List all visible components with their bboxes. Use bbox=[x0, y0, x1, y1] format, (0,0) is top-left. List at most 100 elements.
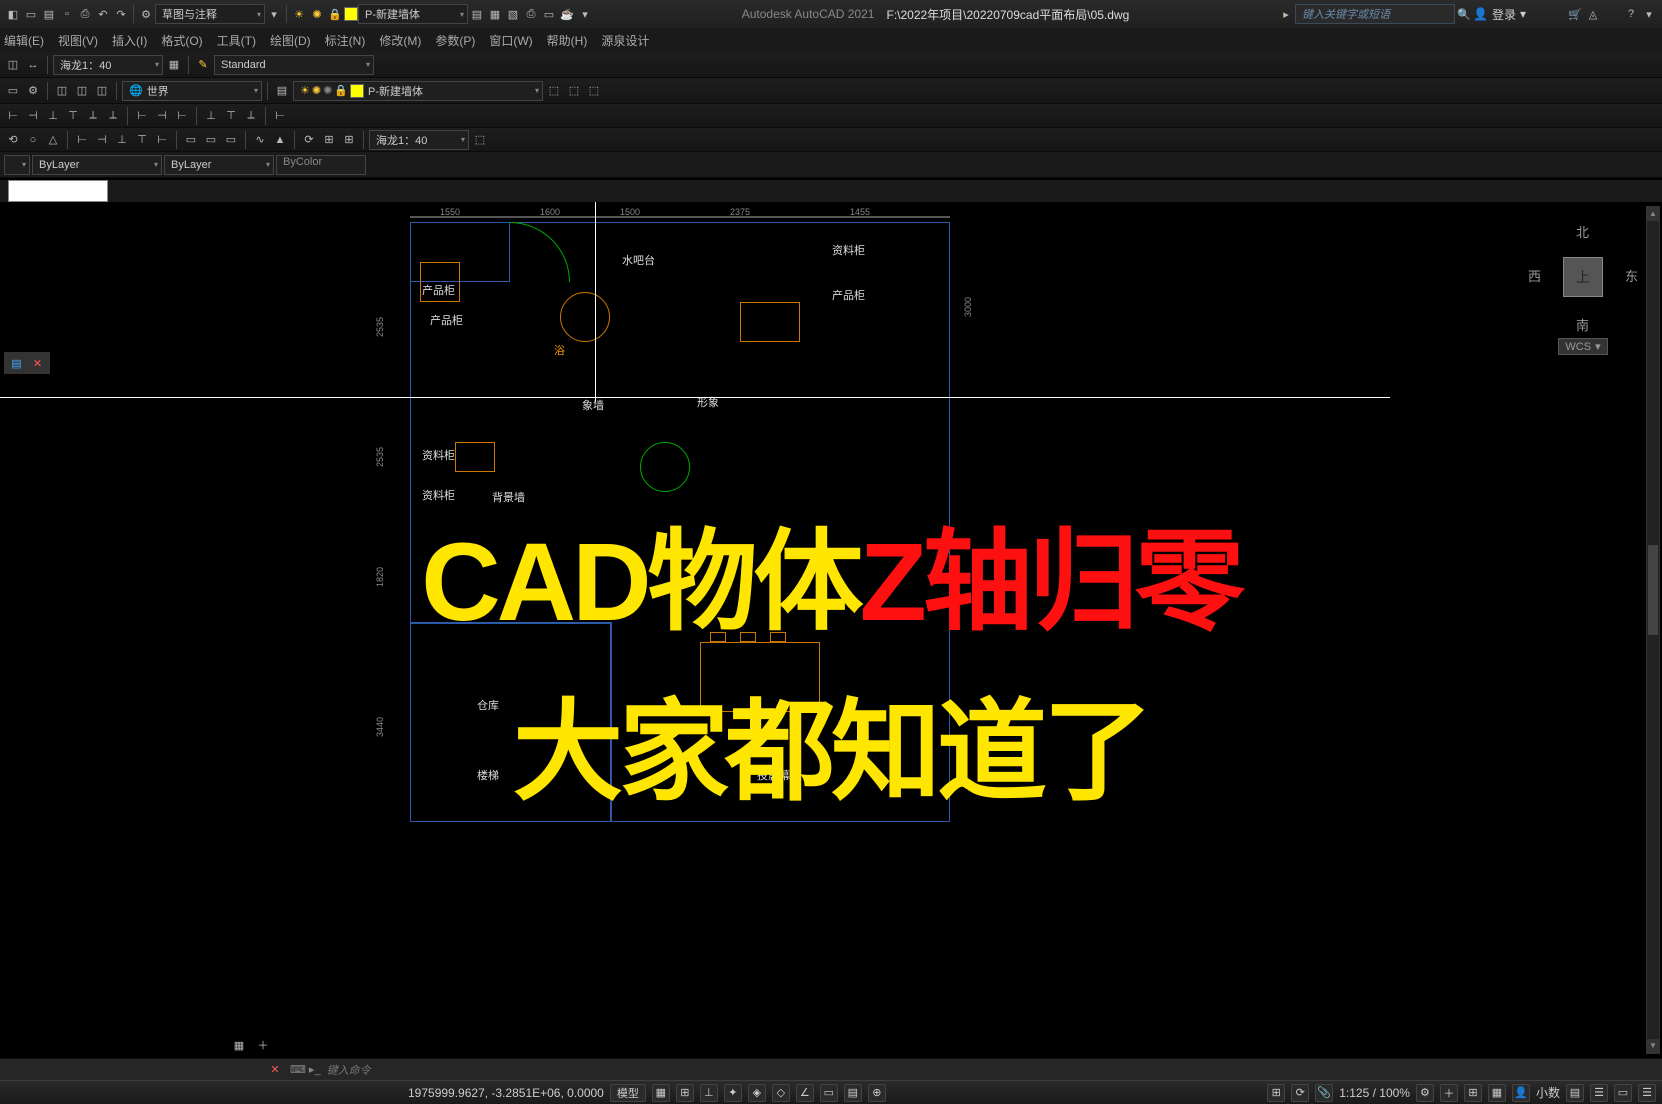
dim-9-icon[interactable]: ⊢ bbox=[173, 107, 191, 125]
login-button[interactable]: 👤 登录 ▾ bbox=[1473, 6, 1526, 23]
tool-r1-4-icon[interactable]: ✎ bbox=[194, 56, 212, 74]
menu-view[interactable]: 视图(V) bbox=[58, 32, 98, 49]
st-gear-icon[interactable]: ⚙ bbox=[1416, 1084, 1434, 1102]
vc-east[interactable]: 东 bbox=[1625, 266, 1638, 285]
r4-4-icon[interactable]: ⊢ bbox=[73, 131, 91, 149]
menu-param[interactable]: 参数(P) bbox=[435, 32, 475, 49]
status-menu-icon[interactable]: ☰ bbox=[1638, 1084, 1656, 1102]
r4-11-icon[interactable]: ▭ bbox=[222, 131, 240, 149]
dim-6-icon[interactable]: ⟂ bbox=[104, 107, 122, 125]
search-input[interactable]: 键入关键字或短语 bbox=[1295, 4, 1455, 24]
qat-save-icon[interactable]: ▫ bbox=[58, 5, 76, 23]
st-m6-icon[interactable]: ▭ bbox=[1614, 1084, 1632, 1102]
qat-undo-icon[interactable]: ↶ bbox=[94, 5, 112, 23]
plotstyle-box[interactable]: ByColor bbox=[276, 155, 366, 175]
help-icon[interactable]: ? bbox=[1622, 5, 1640, 23]
dim-5-icon[interactable]: ⟂ bbox=[84, 107, 102, 125]
st-grid-icon[interactable]: ▦ bbox=[652, 1084, 670, 1102]
st-otrack-icon[interactable]: ∠ bbox=[796, 1084, 814, 1102]
st-m5-icon[interactable]: ☰ bbox=[1590, 1084, 1608, 1102]
sun-icon[interactable]: ✺ bbox=[308, 5, 326, 23]
side-1-icon[interactable]: ▤ bbox=[8, 354, 25, 372]
dim-1-icon[interactable]: ⊢ bbox=[4, 107, 22, 125]
tool-r2-gear-icon[interactable]: ⚙ bbox=[24, 82, 42, 100]
dimscale-dropdown[interactable]: 海龙1：40 bbox=[53, 55, 163, 75]
dim-3-icon[interactable]: ⊥ bbox=[44, 107, 62, 125]
lock-icon[interactable]: 🔒 bbox=[326, 5, 344, 23]
layer-dropdown-qat[interactable]: P-新建墙体 bbox=[358, 4, 468, 24]
st-osnap-icon[interactable]: ◇ bbox=[772, 1084, 790, 1102]
st-trn-icon[interactable]: ▤ bbox=[844, 1084, 862, 1102]
ucs-dropdown[interactable]: 🌐 世界 bbox=[122, 81, 262, 101]
qat-ext6-icon[interactable]: ☕ bbox=[558, 5, 576, 23]
menu-draw[interactable]: 绘图(D) bbox=[270, 32, 311, 49]
help-dropdown-icon[interactable]: ▾ bbox=[1640, 5, 1658, 23]
tool-r2-1-icon[interactable]: ▭ bbox=[4, 82, 22, 100]
r4-2-icon[interactable]: ○ bbox=[24, 131, 42, 149]
dim-12-icon[interactable]: ⟂ bbox=[242, 107, 260, 125]
st-iso-icon[interactable]: ◈ bbox=[748, 1084, 766, 1102]
st-m3-icon[interactable]: 👤 bbox=[1512, 1084, 1530, 1102]
r4-8-icon[interactable]: ⊢ bbox=[153, 131, 171, 149]
laytool-1-icon[interactable]: ⬚ bbox=[545, 82, 563, 100]
status-decimal[interactable]: 小数 bbox=[1536, 1084, 1560, 1101]
menu-dimension[interactable]: 标注(N) bbox=[325, 32, 366, 49]
qat-dropdown-icon[interactable]: ▾ bbox=[265, 5, 283, 23]
st-snap-icon[interactable]: ⊞ bbox=[676, 1084, 694, 1102]
tool-r1-1-icon[interactable]: ◫ bbox=[4, 56, 22, 74]
vertical-scrollbar[interactable]: ▲ ▼ bbox=[1646, 206, 1660, 1054]
menu-help[interactable]: 帮助(H) bbox=[547, 32, 588, 49]
laytool-2-icon[interactable]: ⬚ bbox=[565, 82, 583, 100]
whitebox-input[interactable] bbox=[8, 180, 108, 202]
dim-7-icon[interactable]: ⊢ bbox=[133, 107, 151, 125]
qat-ext4-icon[interactable]: ⎙ bbox=[522, 5, 540, 23]
qat-ext1-icon[interactable]: ▤ bbox=[468, 5, 486, 23]
st-lwt-icon[interactable]: ▭ bbox=[820, 1084, 838, 1102]
app-switcher-icon[interactable]: ◬ bbox=[1584, 5, 1602, 23]
r4-3-icon[interactable]: △ bbox=[44, 131, 62, 149]
tool-r1-3-icon[interactable]: ▦ bbox=[165, 56, 183, 74]
r4-12-icon[interactable]: ∿ bbox=[251, 131, 269, 149]
menu-window[interactable]: 窗口(W) bbox=[489, 32, 532, 49]
scroll-up-icon[interactable]: ▲ bbox=[1647, 207, 1659, 221]
status-space-btn[interactable]: 模型 bbox=[610, 1084, 646, 1102]
st-r1-icon[interactable]: ⊞ bbox=[1267, 1084, 1285, 1102]
textstyle-dropdown[interactable]: Standard bbox=[214, 55, 374, 75]
menu-edit[interactable]: 编辑(E) bbox=[4, 32, 44, 49]
tool-r1-2-icon[interactable]: ↔ bbox=[24, 56, 42, 74]
dim-10-icon[interactable]: ⊥ bbox=[202, 107, 220, 125]
laytool-3-icon[interactable]: ⬚ bbox=[585, 82, 603, 100]
qat-redo-icon[interactable]: ↷ bbox=[112, 5, 130, 23]
gear-icon[interactable]: ⚙ bbox=[137, 5, 155, 23]
qat-ext2-icon[interactable]: ▦ bbox=[486, 5, 504, 23]
st-ortho-icon[interactable]: ⊥ bbox=[700, 1084, 718, 1102]
r4-5-icon[interactable]: ⊣ bbox=[93, 131, 111, 149]
st-r2-icon[interactable]: ⟳ bbox=[1291, 1084, 1309, 1102]
st-m2-icon[interactable]: ▦ bbox=[1488, 1084, 1506, 1102]
search-chevron-icon[interactable]: ▸ bbox=[1277, 5, 1295, 23]
qat-ext3-icon[interactable]: ▧ bbox=[504, 5, 522, 23]
st-m1-icon[interactable]: ⊞ bbox=[1464, 1084, 1482, 1102]
r4-13-icon[interactable]: ▲ bbox=[271, 131, 289, 149]
bulb-icon[interactable]: ☀ bbox=[290, 5, 308, 23]
menu-format[interactable]: 格式(O) bbox=[161, 32, 202, 49]
r4-15-icon[interactable]: ⊞ bbox=[320, 131, 338, 149]
vc-wcs[interactable]: WCS▾ bbox=[1558, 338, 1607, 355]
qat-print-icon[interactable]: ⎙ bbox=[76, 5, 94, 23]
dim-4-icon[interactable]: ⊤ bbox=[64, 107, 82, 125]
r4-6-icon[interactable]: ⊥ bbox=[113, 131, 131, 149]
dim-13-icon[interactable]: ⊢ bbox=[271, 107, 289, 125]
cmd-close-icon[interactable]: ✕ bbox=[266, 1061, 284, 1079]
scroll-down-icon[interactable]: ▼ bbox=[1647, 1039, 1659, 1053]
dimscale2-dropdown[interactable]: 海龙1：40 bbox=[369, 130, 469, 150]
vc-north[interactable]: 北 bbox=[1576, 222, 1589, 241]
layermgr-icon[interactable]: ▤ bbox=[273, 82, 291, 100]
st-r3-icon[interactable]: 📎 bbox=[1315, 1084, 1333, 1102]
st-dy-icon[interactable]: ⊕ bbox=[868, 1084, 886, 1102]
r4-14-icon[interactable]: ⟳ bbox=[300, 131, 318, 149]
cmd-placeholder[interactable]: 键入命令 bbox=[327, 1062, 371, 1078]
r4-9-icon[interactable]: ▭ bbox=[182, 131, 200, 149]
scroll-thumb[interactable] bbox=[1648, 545, 1658, 635]
cart-icon[interactable]: 🛒 bbox=[1566, 5, 1584, 23]
lineweight-dropdown[interactable]: ByLayer bbox=[164, 155, 274, 175]
